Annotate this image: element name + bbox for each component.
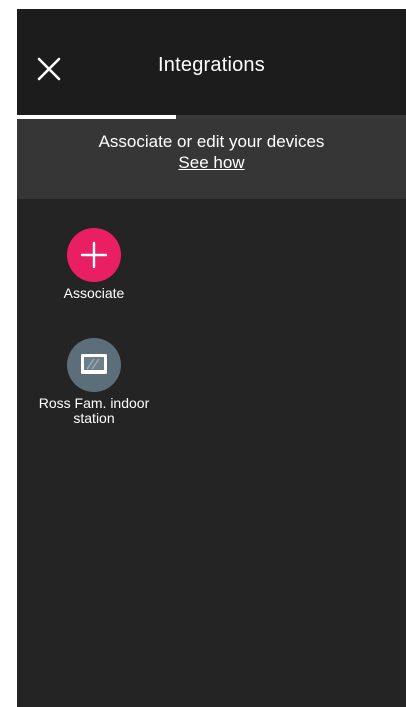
device-label: Ross Fam. indoor station [38,395,150,426]
device-item-indoor-station[interactable]: Ross Fam. indoor station [29,338,159,426]
see-how-link[interactable]: See how [17,153,406,173]
monitor-icon [67,338,121,392]
device-label: Associate [63,285,125,301]
info-banner: Associate or edit your devices See how [17,119,406,199]
app-header: Integrations [17,9,406,115]
page-title: Integrations [158,54,265,76]
plus-icon [67,228,121,282]
banner-text: Associate or edit your devices [98,132,325,151]
associate-button[interactable]: Associate [29,228,159,301]
app-screen: Integrations Associate or edit your devi… [17,9,406,707]
